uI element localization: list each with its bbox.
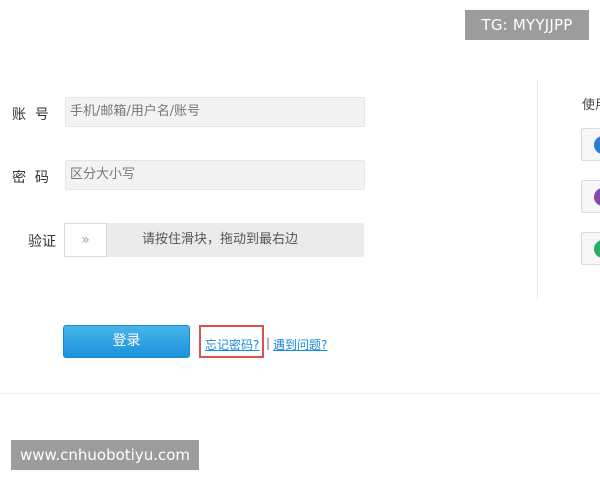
double-chevron-right-icon: » xyxy=(81,232,90,248)
password-label: 密 码 xyxy=(12,170,49,186)
slider-instruction: 请按住滑块，拖动到最右边 xyxy=(142,232,299,247)
login-button[interactable]: 登录 xyxy=(63,325,190,358)
password-input[interactable]: 区分大小写 xyxy=(65,160,365,190)
slider-handle[interactable]: » xyxy=(64,223,107,257)
problem-link[interactable]: 遇到问题? xyxy=(273,336,327,353)
app-login-icon xyxy=(594,188,600,206)
account-input[interactable]: 手机/邮箱/用户名/账号 xyxy=(65,97,365,127)
app-login-icon xyxy=(594,240,600,258)
app-login-icon xyxy=(594,136,600,154)
verify-label: 验证 xyxy=(28,234,56,250)
horizontal-divider xyxy=(0,393,600,394)
tg-badge: TG: MYYJJPP xyxy=(465,10,589,40)
side-title: 使用 xyxy=(582,98,600,113)
forgot-password-link[interactable]: 忘记密码? xyxy=(205,336,259,353)
third-party-login-button-3[interactable] xyxy=(581,232,600,265)
account-label: 账 号 xyxy=(12,107,49,123)
third-party-login-button-2[interactable] xyxy=(581,180,600,213)
link-separator: | xyxy=(266,336,271,350)
vertical-divider xyxy=(537,80,538,300)
watermark: www.cnhuobotiyu.com xyxy=(11,440,199,470)
verify-slider[interactable]: » 请按住滑块，拖动到最右边 xyxy=(64,223,364,257)
third-party-login-button-1[interactable] xyxy=(581,128,600,161)
